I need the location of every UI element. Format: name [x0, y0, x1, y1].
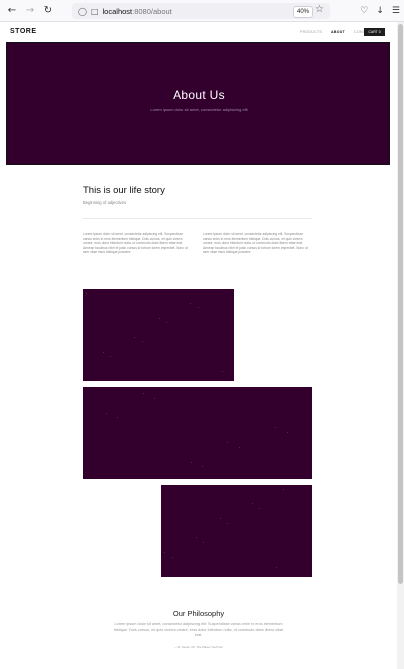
section-divider [83, 218, 312, 219]
image-speckle [227, 522, 229, 524]
image-speckle [102, 351, 104, 353]
image-speckle [227, 442, 229, 444]
image-speckle [110, 356, 112, 358]
image-speckle [190, 302, 192, 304]
url-host: localhost [102, 6, 133, 16]
hero-subtitle: Lorem ipsum dolor sit amet, consectetur … [150, 107, 248, 112]
image-speckle [141, 341, 143, 343]
cart-button[interactable]: CART 0 [364, 28, 385, 36]
nav-link-about[interactable]: ABOUT [331, 30, 345, 34]
store-logo[interactable]: STORE [10, 28, 37, 35]
image-speckle [164, 552, 166, 554]
image-speckle [197, 307, 199, 309]
image-speckle [158, 317, 160, 319]
scrollbar-thumb[interactable] [398, 24, 403, 584]
nav-link-products[interactable]: PRODUCTS [300, 30, 322, 34]
page-icon: □ [90, 6, 99, 16]
image-speckle [166, 322, 168, 324]
story-subtitle: Beginning of adjectives [83, 200, 127, 205]
story-title: This is our life story [83, 185, 165, 196]
image-speckle [142, 393, 144, 395]
zoom-level-button[interactable]: 40% [293, 6, 314, 18]
image-speckle [202, 466, 204, 468]
bookmark-star-icon[interactable]: ☆ [315, 4, 324, 15]
image-speckle [195, 537, 197, 539]
back-arrow-icon[interactable]: ← [3, 0, 21, 22]
hero-banner: About Us Lorem ipsum dolor sit amet, con… [6, 42, 390, 165]
image-speckle [117, 417, 119, 419]
philosophy-title: Our Philosophy [172, 609, 225, 618]
image-speckle [238, 446, 240, 448]
image-speckle [105, 412, 107, 414]
image-speckle [219, 518, 221, 520]
story-paragraph-left: Lorem ipsum dolor sit amet, consectetur … [83, 232, 188, 255]
image-speckle [283, 488, 285, 490]
gallery-image-2 [83, 387, 312, 479]
url-path: :8080/about [132, 6, 172, 16]
pocket-icon[interactable]: ♡ [360, 6, 368, 16]
philosophy-text: Lorem ipsum dolor sit amet, consectetur … [113, 622, 284, 638]
shield-icon[interactable]: ◯ [78, 7, 87, 16]
image-speckle [190, 461, 192, 463]
image-speckle [134, 336, 136, 338]
story-paragraph-right: Lorem ipsum dolor sit amet, consectetur … [203, 232, 308, 255]
image-speckle [251, 503, 253, 505]
gallery-image-1 [83, 289, 234, 381]
address-bar[interactable]: ◯ □ localhost:8080/about [72, 3, 330, 19]
download-icon[interactable]: ↓ [376, 6, 384, 16]
menu-icon[interactable]: ☰ [392, 6, 400, 16]
hero-title: About Us [173, 88, 225, 102]
image-speckle [286, 432, 288, 434]
gallery-image-3 [161, 485, 312, 577]
philosophy-citation: — Dr. Seuss, Oh, The Places You'll Go! [174, 645, 223, 649]
site-header: STORE PRODUCTS ABOUT CONTACT CART 0 [0, 22, 397, 42]
image-speckle [275, 566, 277, 568]
image-speckle [275, 427, 277, 429]
image-speckle [86, 292, 88, 294]
image-speckle [203, 542, 205, 544]
reload-icon[interactable]: ↻ [39, 0, 57, 22]
image-speckle [153, 398, 155, 400]
image-speckle [221, 370, 223, 372]
forward-arrow-icon[interactable]: → [21, 0, 39, 22]
image-speckle [171, 556, 173, 558]
browser-toolbar: ← → ↻ ◯ □ localhost:8080/about 40% ☆ ♡ ↓… [0, 0, 404, 22]
main-nav: PRODUCTS ABOUT CONTACT [300, 30, 373, 34]
image-speckle [259, 508, 261, 509]
